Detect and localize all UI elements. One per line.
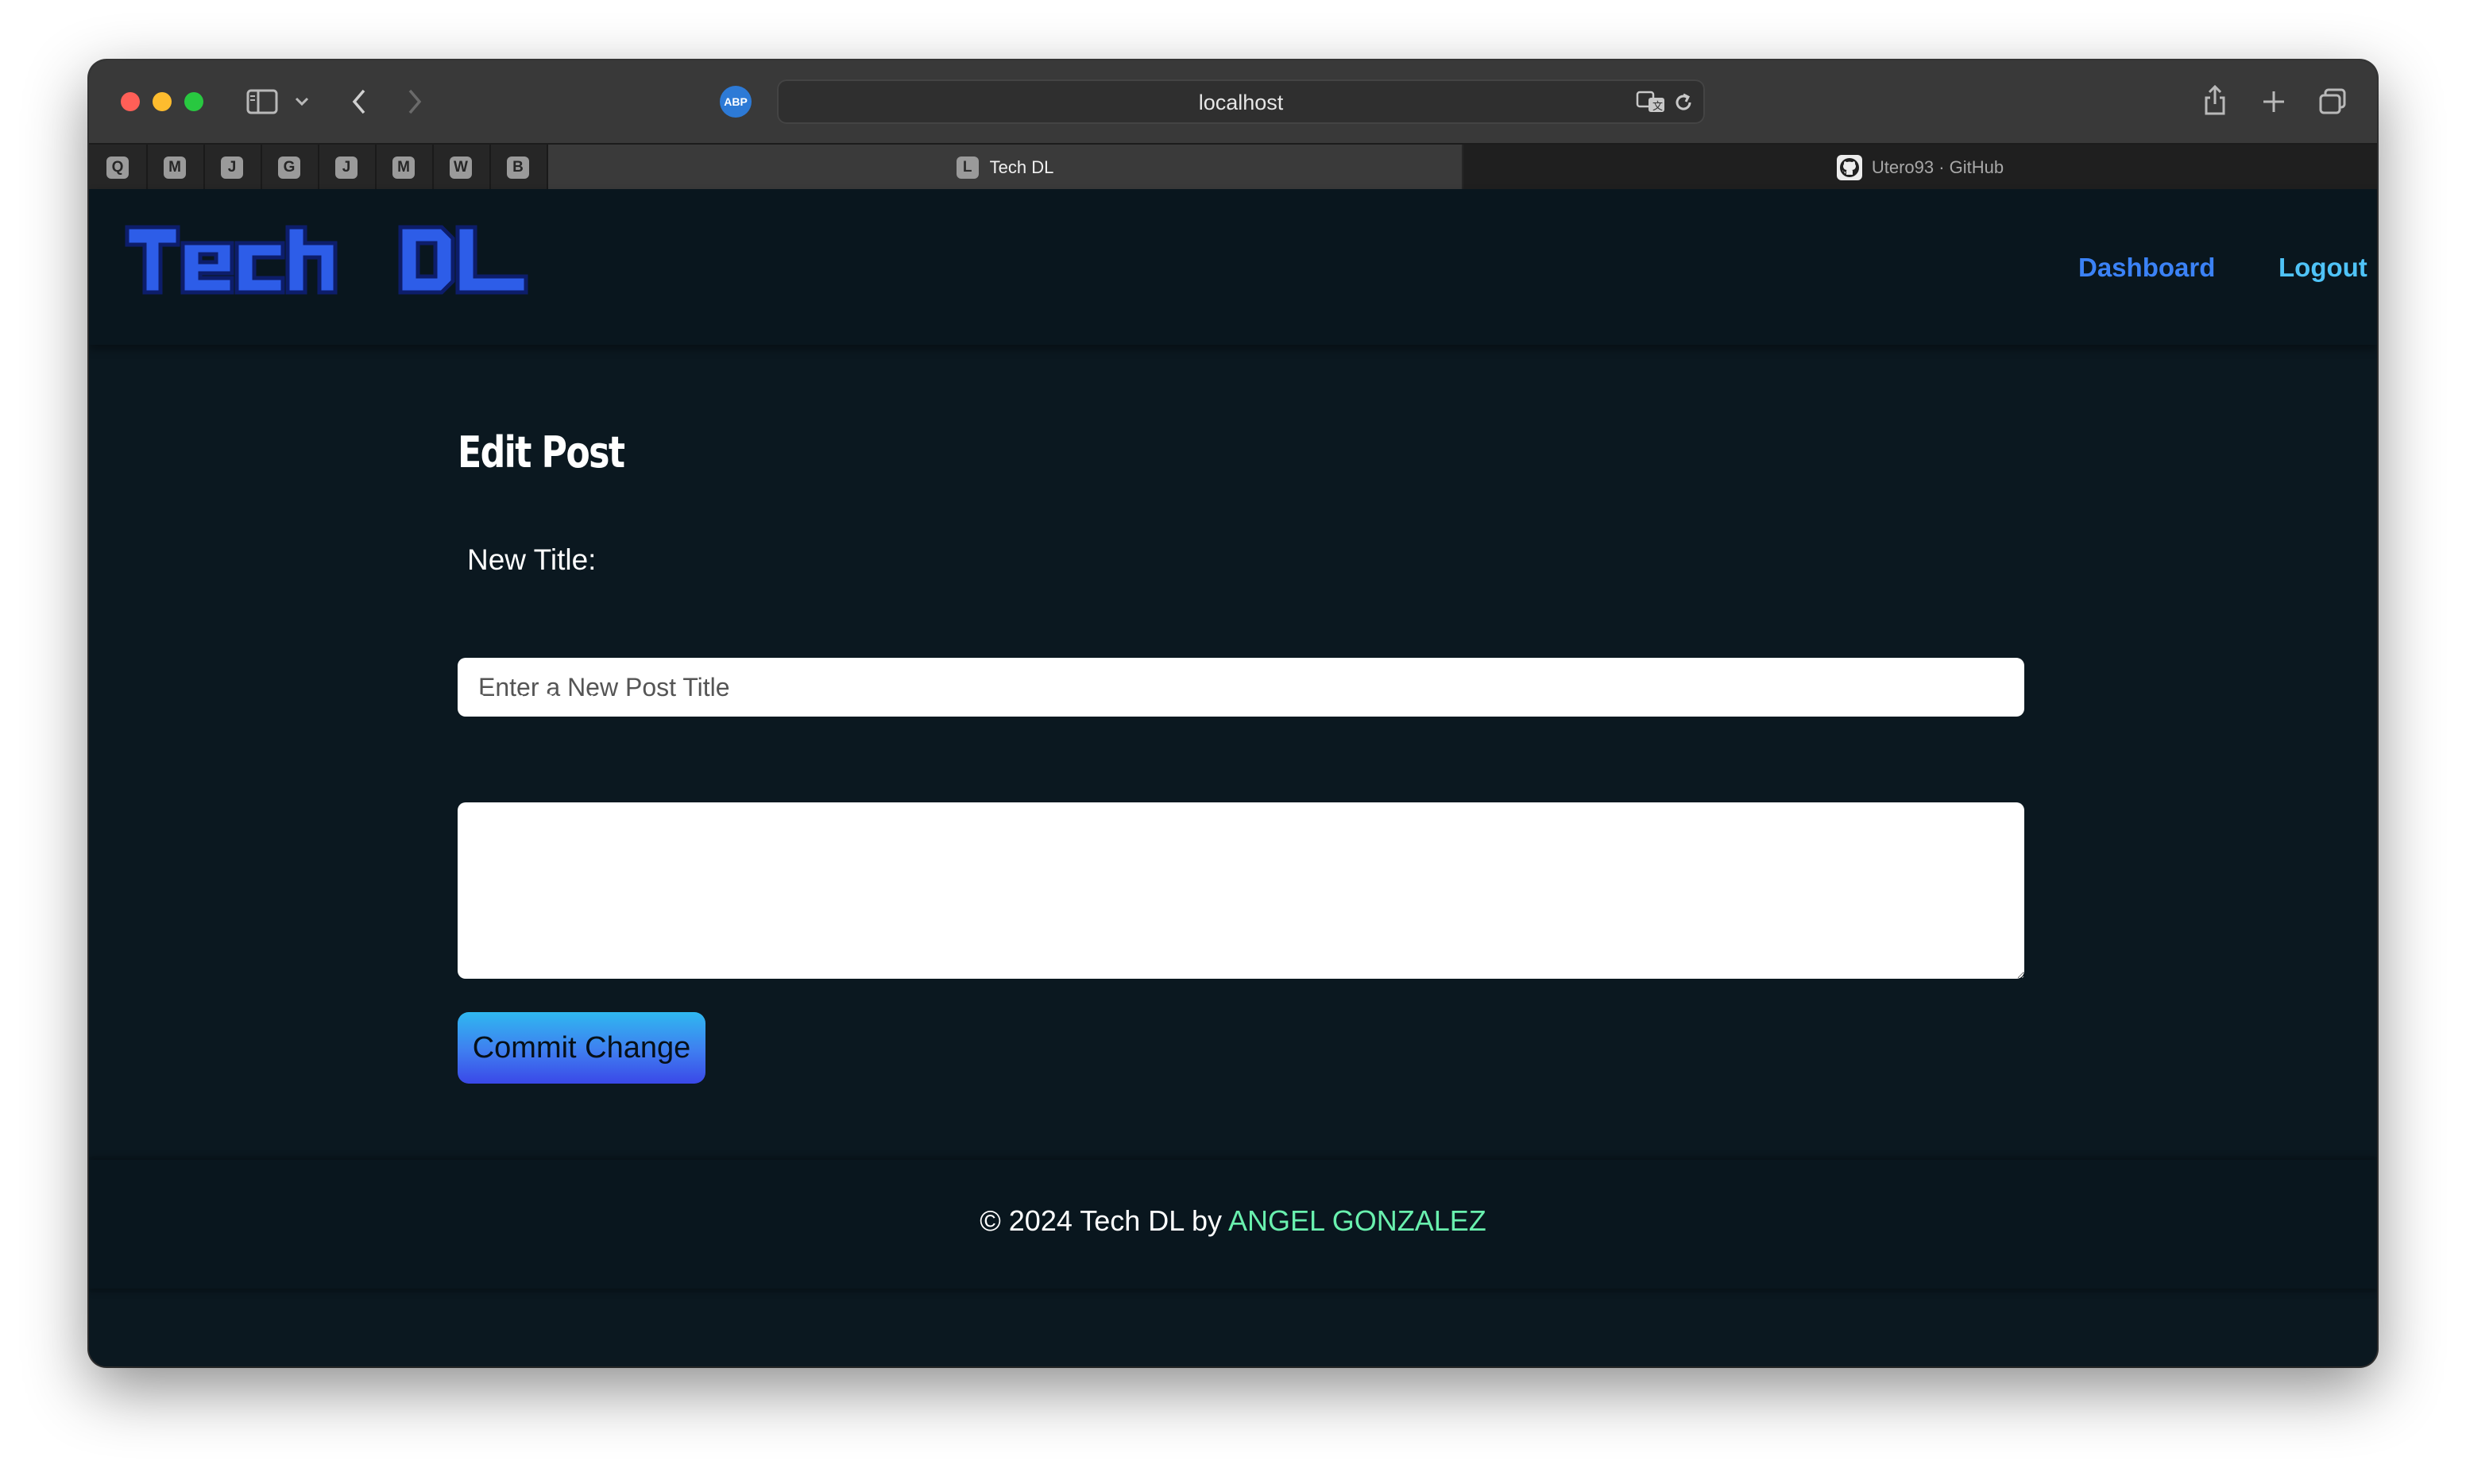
pinned-tab[interactable]: Q (89, 145, 148, 191)
page-title: Edit Post (458, 427, 625, 477)
tab-tech-dl[interactable]: L Tech DL (548, 145, 1462, 191)
site-footer: © 2024 Tech DL by ANGEL GONZALEZ (89, 1160, 2377, 1289)
address-bar[interactable]: localhost 文 (777, 79, 1705, 124)
minimize-window-button[interactable] (153, 92, 172, 111)
pinned-tab[interactable]: G (261, 145, 319, 191)
close-window-button[interactable] (121, 92, 140, 111)
github-icon (1836, 155, 1862, 180)
footer-author-link[interactable]: ANGEL GONZALEZ (1228, 1204, 1486, 1237)
tab-label: Utero93 · GitHub (1871, 157, 2004, 177)
browser-toolbar: ABP localhost 文 (89, 60, 2377, 143)
chevron-down-icon[interactable] (292, 92, 311, 111)
svg-text:文: 文 (1652, 101, 1663, 113)
back-arrow-icon[interactable] (345, 84, 373, 119)
footer-text: © 2024 Tech DL by ANGEL GONZALEZ (89, 1204, 2377, 1238)
post-title-input[interactable] (458, 658, 2024, 717)
reload-icon[interactable] (1670, 89, 1697, 116)
zoom-window-button[interactable] (184, 92, 203, 111)
site-logo[interactable] (124, 224, 531, 300)
nav-dashboard-link[interactable]: Dashboard (2078, 253, 2215, 283)
translate-icon[interactable]: 文 (1635, 87, 1667, 116)
commit-change-button[interactable]: Commit Change (458, 1012, 705, 1084)
tab-overview-icon[interactable] (2315, 86, 2350, 118)
pinned-tab-favicon: J (221, 157, 243, 179)
tab-favicon: L (956, 157, 979, 179)
sidebar-toggle-icon[interactable] (245, 87, 280, 116)
content-label: Post Content: (467, 688, 646, 721)
pinned-tab-favicon: G (278, 157, 300, 179)
title-label: New Title: (467, 543, 597, 576)
url-text: localhost (1198, 91, 1284, 114)
pinned-tab-favicon: Q (106, 157, 129, 179)
tab-github[interactable]: Utero93 · GitHub (1463, 145, 2377, 191)
adblock-extension-icon[interactable]: ABP (720, 86, 752, 118)
share-icon[interactable] (2199, 79, 2231, 121)
pinned-tab-favicon: M (164, 157, 186, 179)
new-tab-plus-icon[interactable] (2258, 86, 2290, 118)
pinned-tab-favicon: W (450, 157, 472, 179)
pinned-tab-favicon: M (392, 157, 415, 179)
copyright-text: © 2024 Tech DL by (980, 1204, 1222, 1237)
pinned-tab-favicon: B (507, 157, 529, 179)
tab-bar: Q M J G J M W B L Tech DL Utero93 · GitH… (89, 143, 2377, 191)
pinned-tab-favicon: J (335, 157, 358, 179)
tab-label: Tech DL (989, 157, 1054, 177)
forward-arrow-icon[interactable] (400, 84, 429, 119)
pinned-tab[interactable]: M (146, 145, 205, 191)
page-viewport: Dashboard Logout Edit Post New Title: Po… (89, 189, 2377, 1366)
pinned-tab[interactable]: M (375, 145, 434, 191)
post-content-textarea[interactable] (458, 802, 2024, 979)
pinned-tab[interactable]: B (489, 145, 548, 191)
nav-logout-link[interactable]: Logout (2279, 253, 2367, 283)
pinned-tab[interactable]: W (432, 145, 491, 191)
pinned-tab[interactable]: J (318, 145, 377, 191)
pinned-tab[interactable]: J (203, 145, 262, 191)
site-header: Dashboard Logout (89, 189, 2377, 345)
browser-window: ABP localhost 文 Q M J G J M W B L Tech D… (89, 60, 2377, 1366)
